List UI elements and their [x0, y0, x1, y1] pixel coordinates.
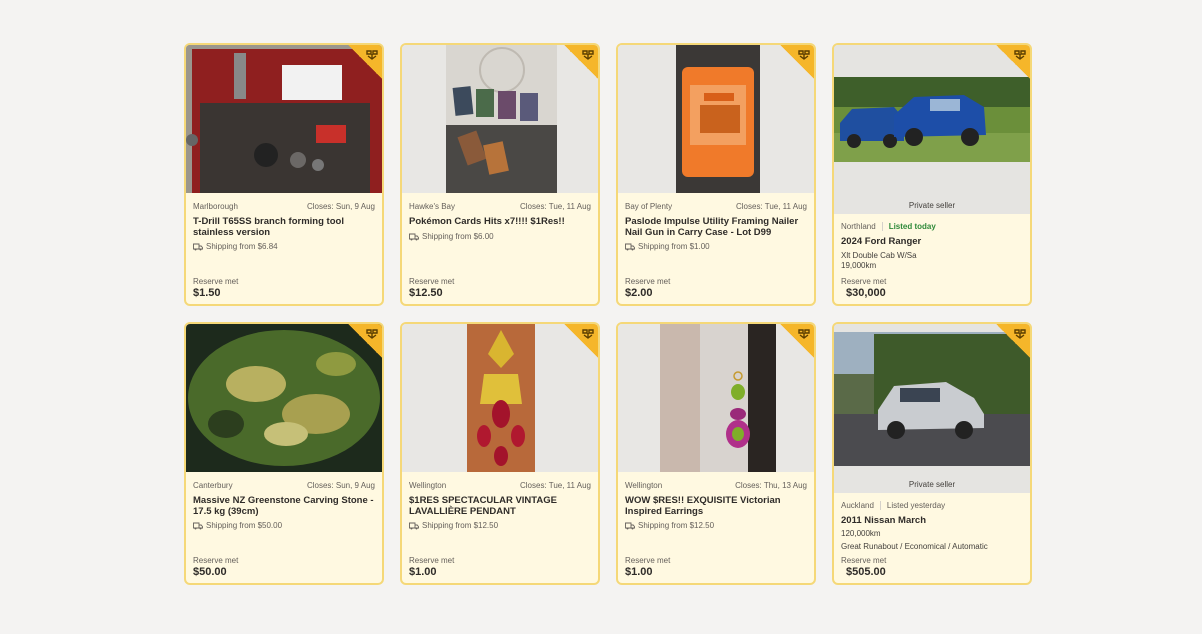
super-feature-icon	[1014, 329, 1026, 339]
listing-location: Canterbury	[193, 481, 233, 490]
listing-price: $1.50	[193, 287, 221, 299]
super-feature-icon	[798, 50, 810, 60]
listing-title[interactable]: $1RES SPECTACULAR VINTAGE LAVALLIÈRE PEN…	[409, 495, 591, 517]
reserve-status: Reserve met	[193, 556, 239, 565]
listing-closes: Closes: Tue, 11 Aug	[519, 202, 591, 211]
listing-shipping: Shipping from $12.50	[625, 521, 714, 530]
super-feature-icon	[1014, 50, 1026, 60]
truck-icon	[409, 233, 419, 240]
listing-card[interactable]: Marlborough Closes: Sun, 9 Aug T-Drill T…	[184, 43, 384, 306]
listing-card[interactable]: Canterbury Closes: Sun, 9 Aug Massive NZ…	[184, 322, 384, 585]
listing-card[interactable]: Bay of Plenty Closes: Tue, 11 Aug Paslod…	[616, 43, 816, 306]
shipping-text: Shipping from $6.00	[422, 232, 494, 241]
reserve-status: Reserve met	[841, 277, 887, 286]
shipping-text: Shipping from $1.00	[638, 242, 710, 251]
private-seller-label: Private seller	[908, 201, 956, 210]
listing-card[interactable]: Private seller Northland Listed today 20…	[832, 43, 1032, 306]
listing-price: $12.50	[409, 287, 443, 299]
super-feature-badge	[348, 324, 382, 358]
listing-price: $505.00	[846, 566, 886, 578]
shipping-text: Shipping from $6.84	[206, 242, 278, 251]
listing-meta: Canterbury Closes: Sun, 9 Aug	[193, 481, 375, 490]
shipping-text: Shipping from $50.00	[206, 521, 283, 530]
private-seller-label: Private seller	[908, 480, 956, 489]
super-feature-icon	[366, 50, 378, 60]
listing-location: Auckland	[841, 501, 874, 510]
listing-shipping: Shipping from $6.00	[409, 232, 494, 241]
super-feature-badge	[996, 324, 1030, 358]
listing-card[interactable]: Private seller Auckland Listed yesterday…	[832, 322, 1032, 585]
vehicle-description: Great Runabout / Economical / Automatic	[841, 542, 988, 551]
listing-title[interactable]: Massive NZ Greenstone Carving Stone - 17…	[193, 495, 375, 517]
super-feature-icon	[582, 50, 594, 60]
super-feature-badge	[996, 45, 1030, 79]
shipping-text: Shipping from $12.50	[422, 521, 499, 530]
listing-meta: Marlborough Closes: Sun, 9 Aug	[193, 202, 375, 211]
listing-location: Bay of Plenty	[625, 202, 673, 211]
listing-shipping: Shipping from $50.00	[193, 521, 282, 530]
truck-icon	[193, 522, 203, 529]
listing-title[interactable]: Pokémon Cards Hits x7!!!! $1Res!!	[409, 216, 591, 228]
vehicle-odometer: 19,000km	[841, 261, 877, 270]
reserve-status: Reserve met	[625, 556, 671, 565]
listing-title[interactable]: 2024 Ford Ranger	[841, 236, 1023, 248]
listed-badge: Listed yesterday	[879, 501, 945, 510]
super-feature-icon	[798, 329, 810, 339]
listing-location: Wellington	[625, 481, 663, 490]
listing-closes: Closes: Thu, 13 Aug	[735, 481, 807, 490]
listed-badge: Listed today	[881, 222, 936, 231]
listing-meta: Wellington Closes: Tue, 11 Aug	[409, 481, 591, 490]
truck-icon	[193, 243, 203, 250]
listing-price: $2.00	[625, 287, 653, 299]
listing-card[interactable]: Wellington Closes: Tue, 11 Aug $1RES SPE…	[400, 322, 600, 585]
super-feature-badge	[780, 45, 814, 79]
listing-card[interactable]: Wellington Closes: Thu, 13 Aug WOW $RES!…	[616, 322, 816, 585]
listing-location: Northland	[841, 222, 876, 231]
reserve-status: Reserve met	[409, 556, 455, 565]
super-feature-badge	[348, 45, 382, 79]
listing-closes: Closes: Sun, 9 Aug	[306, 481, 375, 490]
truck-icon	[409, 522, 419, 529]
listing-location: Wellington	[409, 481, 447, 490]
listing-title[interactable]: T-Drill T65SS branch forming tool stainl…	[193, 216, 375, 238]
listing-closes: Closes: Sun, 9 Aug	[306, 202, 375, 211]
reserve-status: Reserve met	[193, 277, 239, 286]
shipping-text: Shipping from $12.50	[638, 521, 715, 530]
listing-title[interactable]: Paslode Impulse Utility Framing Nailer N…	[625, 216, 807, 238]
vehicle-variant: Xlt Double Cab W/Sa	[841, 251, 917, 260]
listing-shipping: Shipping from $12.50	[409, 521, 498, 530]
listing-location: Marlborough	[193, 202, 238, 211]
super-feature-badge	[564, 45, 598, 79]
listing-price: $1.00	[625, 566, 653, 578]
listing-meta: Hawke's Bay Closes: Tue, 11 Aug	[409, 202, 591, 211]
super-feature-icon	[366, 329, 378, 339]
super-feature-icon	[582, 329, 594, 339]
reserve-status: Reserve met	[625, 277, 671, 286]
listing-shipping: Shipping from $1.00	[625, 242, 710, 251]
truck-icon	[625, 522, 635, 529]
listing-meta: Bay of Plenty Closes: Tue, 11 Aug	[625, 202, 807, 211]
listing-closes: Closes: Tue, 11 Aug	[519, 481, 591, 490]
super-feature-badge	[564, 324, 598, 358]
truck-icon	[625, 243, 635, 250]
reserve-status: Reserve met	[841, 556, 887, 565]
listing-price: $1.00	[409, 566, 437, 578]
listing-location: Hawke's Bay	[409, 202, 455, 211]
listing-price: $30,000	[846, 287, 886, 299]
listing-price: $50.00	[193, 566, 227, 578]
listing-closes: Closes: Tue, 11 Aug	[735, 202, 807, 211]
listing-card[interactable]: Hawke's Bay Closes: Tue, 11 Aug Pokémon …	[400, 43, 600, 306]
listing-shipping: Shipping from $6.84	[193, 242, 278, 251]
listing-meta: Auckland Listed yesterday	[841, 501, 1023, 510]
super-feature-badge	[780, 324, 814, 358]
listing-meta: Wellington Closes: Thu, 13 Aug	[625, 481, 807, 490]
vehicle-odometer: 120,000km	[841, 529, 881, 538]
listing-meta: Northland Listed today	[841, 222, 1023, 231]
listing-title[interactable]: 2011 Nissan March	[841, 515, 1023, 527]
reserve-status: Reserve met	[409, 277, 455, 286]
listing-title[interactable]: WOW $RES!! EXQUISITE Victorian Inspired …	[625, 495, 807, 517]
